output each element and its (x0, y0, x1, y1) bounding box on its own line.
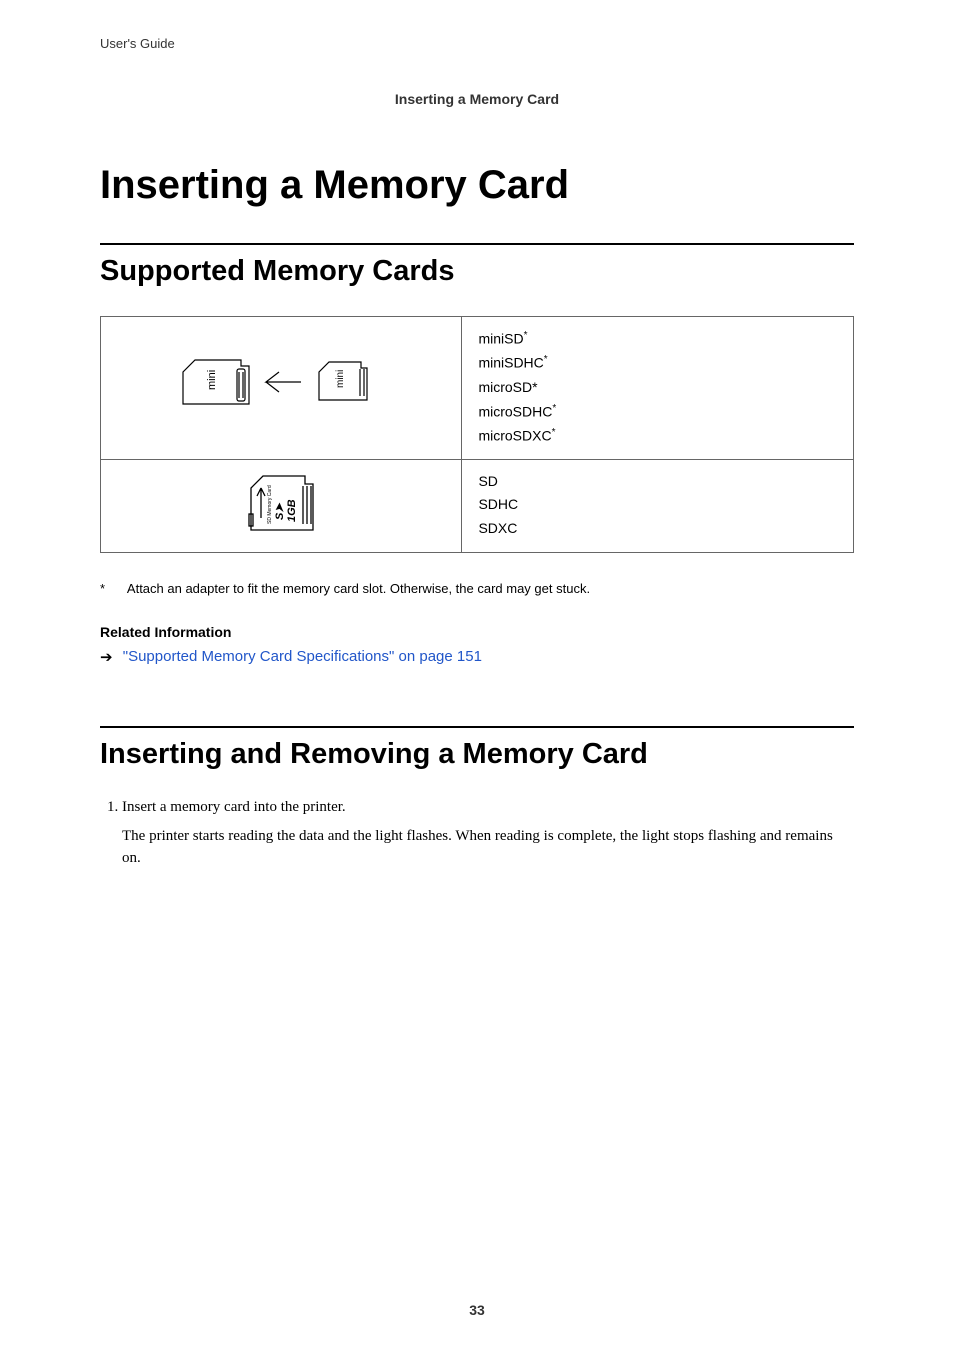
card-illustration-sd: S➤ 1GB SD Memory Card (101, 459, 462, 552)
card-illustration-adapter: mini mini (101, 317, 462, 460)
doc-header-center: Inserting a Memory Card (100, 91, 854, 107)
doc-header-left: User's Guide (100, 36, 854, 51)
table-row: mini mini miniSD* mi (101, 317, 854, 460)
related-info-link-row: ➔ "Supported Memory Card Specifications"… (100, 648, 854, 666)
adapter-card-icon: mini mini (171, 352, 391, 424)
page-number: 33 (0, 1302, 954, 1318)
page-title: Inserting a Memory Card (100, 163, 854, 207)
footnote: * Attach an adapter to fit the memory ca… (100, 579, 854, 599)
card-type: SDHC (478, 496, 518, 512)
section-rule (100, 243, 854, 245)
card-list-sd: SD SDHC SDXC (462, 459, 854, 552)
card-type: microSDHC (478, 403, 552, 419)
footnote-star: * (100, 579, 124, 599)
card-type: SD (478, 473, 497, 489)
card-type: microSDXC (478, 428, 551, 444)
step-lead: Insert a memory card into the printer. (122, 799, 346, 815)
table-row: S➤ 1GB SD Memory Card SD SDHC SDXC (101, 459, 854, 552)
steps-list: Insert a memory card into the printer. T… (100, 799, 854, 870)
footnote-text: Attach an adapter to fit the memory card… (127, 581, 590, 596)
section-rule (100, 726, 854, 728)
arrow-bullet-icon: ➔ (100, 648, 113, 666)
step-item: Insert a memory card into the printer. T… (122, 799, 854, 870)
related-link[interactable]: "Supported Memory Card Specifications" o… (123, 648, 482, 665)
memory-card-table: mini mini miniSD* mi (100, 316, 854, 553)
section-insert-remove: Inserting and Removing a Memory Card (100, 738, 854, 771)
svg-text:mini: mini (206, 370, 218, 390)
card-list-adapter: miniSD* miniSDHC* microSD* microSDHC* mi… (462, 317, 854, 460)
svg-text:mini: mini (335, 369, 346, 387)
related-info-heading: Related Information (100, 624, 854, 640)
card-type: miniSD (478, 331, 523, 347)
card-type: miniSDHC (478, 355, 543, 371)
svg-text:S➤: S➤ (274, 501, 286, 519)
svg-text:1GB: 1GB (286, 499, 298, 522)
sd-card-icon: S➤ 1GB SD Memory Card (211, 470, 351, 542)
section-supported-cards: Supported Memory Cards (100, 255, 854, 288)
step-body: The printer starts reading the data and … (122, 826, 854, 870)
svg-text:SD Memory Card: SD Memory Card (267, 485, 273, 524)
card-type: SDXC (478, 520, 517, 536)
card-type: microSD* (478, 379, 537, 395)
